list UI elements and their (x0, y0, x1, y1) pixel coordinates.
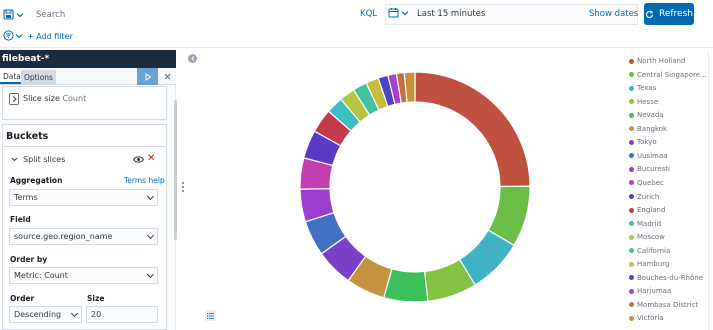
legend-color-dot (629, 315, 634, 321)
legend-label: Quebec (637, 178, 664, 187)
list-icon (207, 312, 214, 319)
legend-color-dot (629, 72, 634, 78)
legend-color-dot (629, 139, 634, 145)
legend-color-dot (629, 112, 634, 118)
pie-slice[interactable] (414, 71, 531, 188)
legend-color-dot (629, 261, 634, 267)
legend-item[interactable]: California (629, 247, 670, 255)
legend-item[interactable]: Bangkok (629, 125, 667, 133)
legend-color-dot (629, 99, 634, 105)
legend-color-dot (629, 180, 634, 186)
legend-label: North Holland (637, 57, 686, 65)
legend-label: Bouches-du-Rhône (637, 273, 704, 282)
legend-item[interactable]: Madrid (629, 220, 661, 228)
legend-color-dot (629, 288, 634, 294)
legend-item[interactable]: England (629, 206, 665, 214)
legend-color-dot (629, 166, 634, 172)
legend-item[interactable]: Nevada (629, 111, 664, 119)
legend-label: Victoria (637, 314, 664, 323)
legend-item[interactable]: Central Singapore... (629, 71, 707, 79)
legend-toggle-button[interactable] (205, 310, 216, 321)
legend-item[interactable]: Tokyo (629, 138, 657, 146)
legend-item[interactable]: Hamburg (629, 260, 669, 268)
legend-label: Hamburg (637, 260, 670, 269)
legend-color-dot (629, 194, 634, 199)
legend-color-dot (629, 234, 634, 240)
legend-label: Bangkok (637, 124, 668, 133)
legend-label: Moscow (637, 233, 665, 242)
legend-color-dot (629, 221, 634, 227)
legend-item[interactable]: Texas (629, 84, 656, 92)
legend-label: Bucuresti (637, 165, 670, 174)
legend-label: Central Singapore... (637, 70, 707, 79)
legend-label: Texas (637, 84, 657, 93)
legend-item[interactable]: Bouches-du-Rhône (629, 274, 703, 282)
legend-label: Nevada (637, 111, 664, 120)
pie-chart (299, 71, 531, 303)
divider (708, 50, 709, 330)
legend-item[interactable]: North Holland (629, 57, 685, 65)
legend-item[interactable]: Victoria (629, 314, 664, 322)
legend-color-dot (629, 248, 634, 254)
legend-label: Uusimaa (637, 151, 668, 160)
legend-item[interactable]: Zurich (629, 193, 659, 201)
legend-color-dot (629, 126, 634, 132)
legend-color-dot (629, 302, 634, 308)
legend-label: Zurich (637, 192, 660, 201)
legend-item[interactable]: Uusimaa (629, 152, 668, 160)
legend-item[interactable]: Quebec (629, 179, 664, 187)
legend-label: Mombasa District (637, 300, 699, 309)
legend-item[interactable]: Harjumaa (629, 287, 671, 295)
legend-item[interactable]: Mombasa District (629, 301, 698, 309)
legend-item[interactable]: Bucuresti (629, 165, 670, 173)
legend-color-dot (629, 153, 634, 159)
legend-label: England (637, 206, 666, 215)
legend-color-dot (629, 275, 634, 281)
legend-label: Tokyo (637, 138, 657, 147)
legend-label: Harjumaa (637, 287, 672, 296)
legend-label: California (637, 246, 671, 255)
legend-label: Hesse (637, 97, 659, 106)
legend-color-dot (629, 58, 634, 64)
legend-color-dot (629, 85, 634, 91)
legend-item[interactable]: Hesse (629, 98, 658, 106)
legend-item[interactable]: Moscow (629, 233, 665, 241)
legend-color-dot (629, 207, 634, 213)
legend-label: Madrid (637, 219, 662, 228)
